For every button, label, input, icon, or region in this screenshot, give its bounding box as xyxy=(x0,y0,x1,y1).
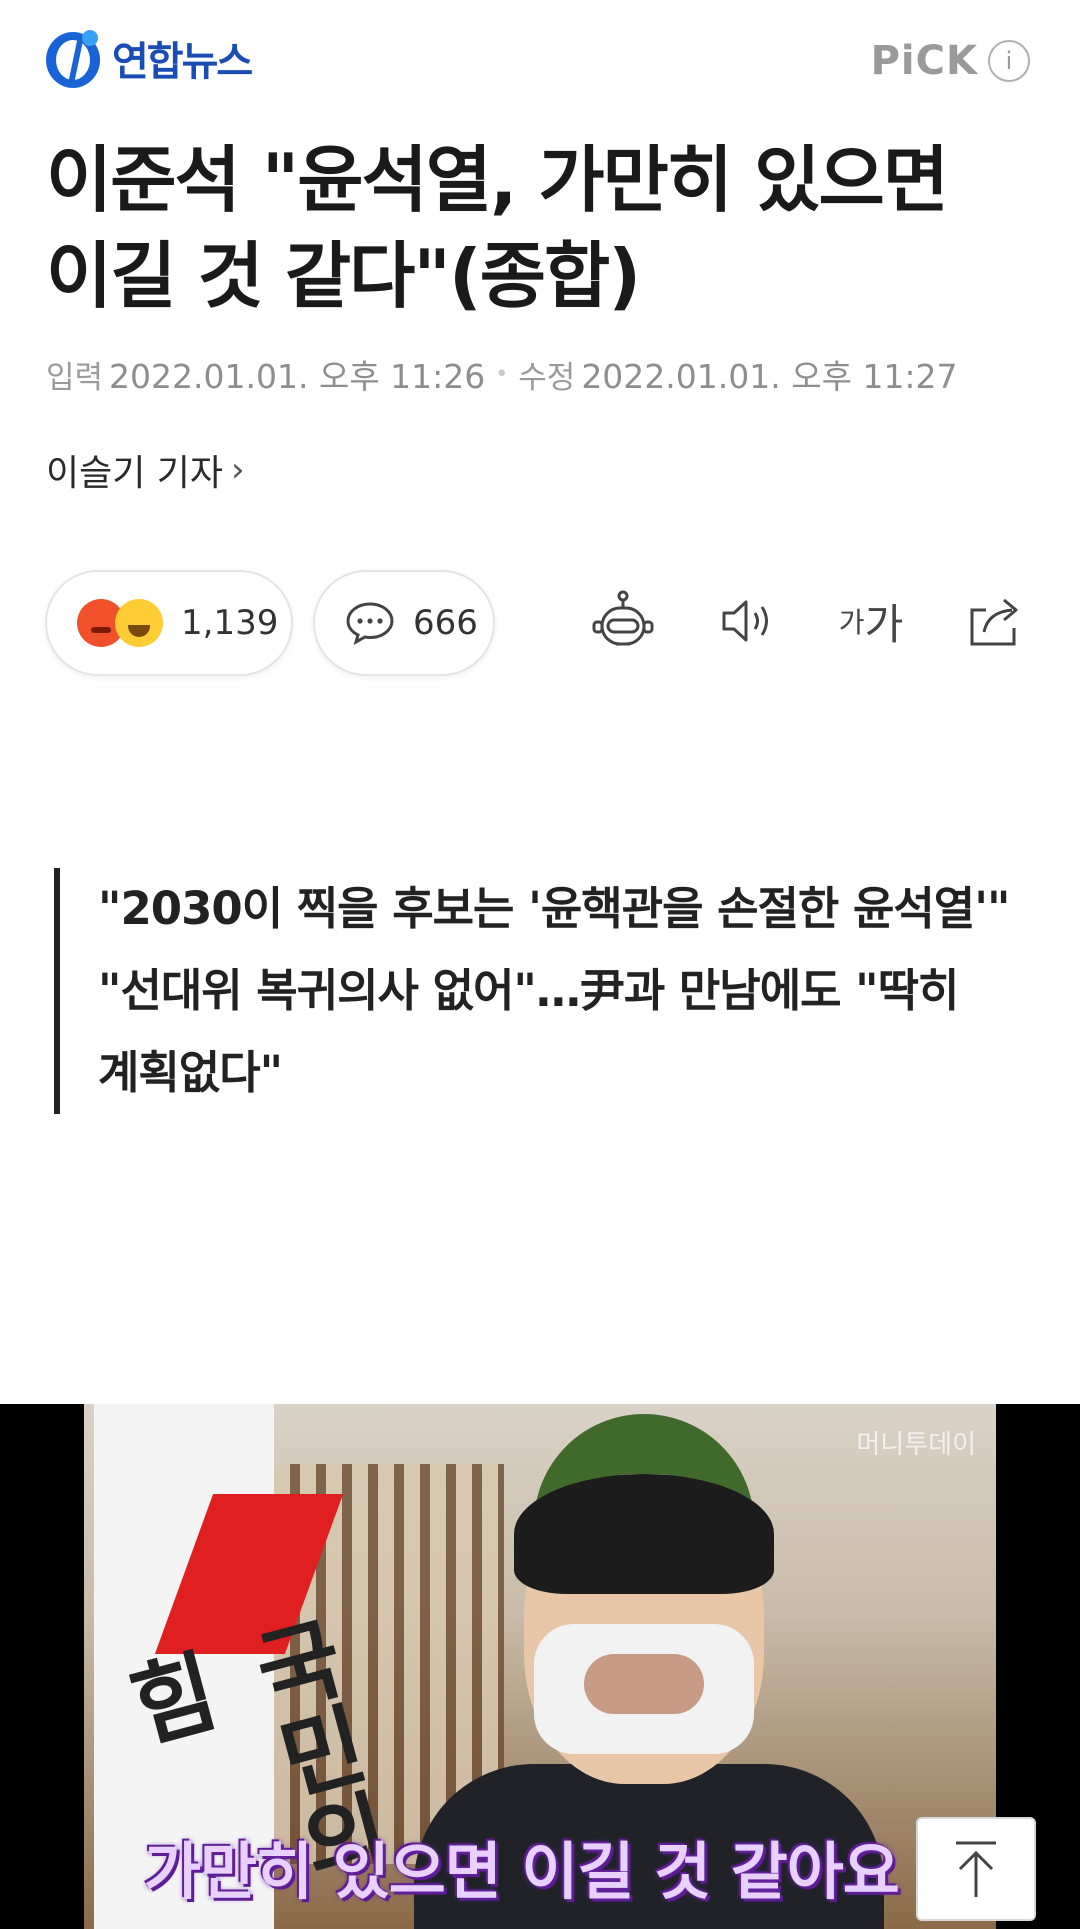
modified-date: 2022.01.01. 오후 11:27 xyxy=(581,357,958,396)
app-header: 연합뉴스 PiCK i xyxy=(0,0,1080,120)
info-icon[interactable]: i xyxy=(988,40,1030,82)
person-hair xyxy=(514,1474,774,1594)
arrow-up-icon xyxy=(956,1841,996,1897)
share-icon xyxy=(970,598,1018,646)
article-tools: 가 가 xyxy=(590,588,1028,654)
photo-caption: 가만히 있으면 이길 것 같아요 xyxy=(144,1835,900,1908)
speaker-icon xyxy=(722,600,768,642)
text-to-speech-button[interactable] xyxy=(714,588,780,654)
comments-count: 666 xyxy=(413,603,478,643)
published-label: 입력 xyxy=(46,359,104,396)
yonhap-logo-icon xyxy=(46,30,100,88)
reactions-button[interactable]: 1,139 xyxy=(45,570,293,676)
reporter-name: 이슬기 기자 xyxy=(46,453,224,494)
reactions-count: 1,139 xyxy=(181,603,279,643)
share-button[interactable] xyxy=(962,588,1028,654)
article-title: 이준석 "윤석열, 가만히 있으면 이길 것 같다"(종합) xyxy=(46,138,949,318)
article-summary: "2030이 찍을 후보는 '윤핵관을 손절한 윤석열'" "선대위 복귀의사 … xyxy=(54,868,1014,1114)
font-size-small-glyph: 가 xyxy=(838,606,865,639)
separator-dot: • xyxy=(495,361,509,387)
pick-label: PiCK xyxy=(870,38,978,84)
photo-frame: 국민의힘 머니투데이 가만히 있으면 이길 것 같아요 xyxy=(84,1404,996,1929)
yonhap-logo[interactable]: 연합뉴스 xyxy=(44,26,253,90)
mask-window xyxy=(584,1654,704,1714)
summary-line: "선대위 복귀의사 없어"…尹과 만남에도 "딱히 계획없다" xyxy=(98,964,959,1099)
logo-text: 연합뉴스 xyxy=(112,39,253,85)
comment-icon xyxy=(346,602,394,645)
summary-line: "2030이 찍을 후보는 '윤핵관을 손절한 윤석열'" xyxy=(98,882,1010,935)
scroll-to-top-button[interactable] xyxy=(916,1817,1036,1921)
published-date: 2022.01.01. 오후 11:26 xyxy=(109,357,486,396)
article-photo[interactable]: 국민의힘 머니투데이 가만히 있으면 이길 것 같아요 xyxy=(0,1404,1080,1929)
font-size-button[interactable]: 가 가 xyxy=(838,588,904,654)
summary-bot-button[interactable] xyxy=(590,588,656,654)
font-size-large-glyph: 가 xyxy=(864,599,904,649)
pick-badge[interactable]: PiCK i xyxy=(871,38,1030,84)
article-dates: 입력 2022.01.01. 오후 11:26 • 수정 2022.01.01.… xyxy=(46,350,958,398)
modified-label: 수정 xyxy=(518,359,576,396)
chevron-right-icon: › xyxy=(231,450,245,490)
happy-emoji-icon xyxy=(115,599,163,647)
photo-watermark: 머니투데이 xyxy=(856,1430,976,1460)
comments-button[interactable]: 666 xyxy=(313,570,495,676)
bot-icon xyxy=(592,590,654,646)
reporter-link[interactable]: 이슬기 기자 › xyxy=(46,444,245,496)
